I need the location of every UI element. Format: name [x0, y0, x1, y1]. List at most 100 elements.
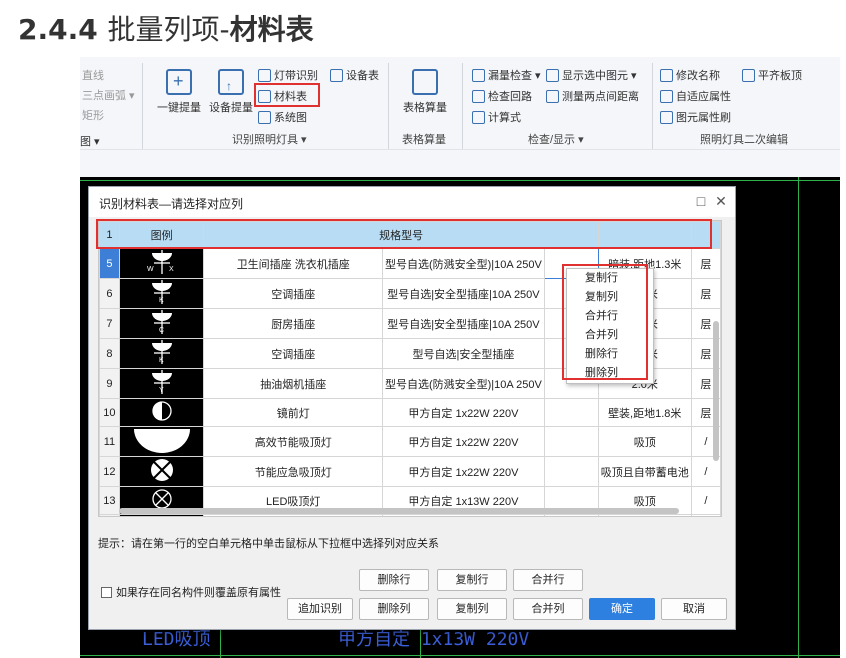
- row-number[interactable]: 11: [99, 426, 120, 457]
- horizontal-scrollbar[interactable]: [119, 508, 679, 514]
- name-cell[interactable]: 节能应急吸顶灯: [203, 456, 383, 487]
- install-cell[interactable]: 吸顶: [597, 426, 692, 457]
- legend-symbol[interactable]: [118, 514, 205, 516]
- spec-cell[interactable]: 甲方自定 1x22W 220V: [381, 398, 545, 427]
- install-cell[interactable]: 吸顶且自带蓄电池: [597, 456, 692, 487]
- row-number[interactable]: 6: [99, 278, 120, 309]
- name-cell[interactable]: 空调插座: [203, 278, 383, 309]
- spec-cell[interactable]: 型号自选|安全型插座|10A 250V: [381, 308, 545, 339]
- one-key-quantity-button[interactable]: + 一键提量: [154, 69, 204, 115]
- align-top-icon: [742, 68, 755, 82]
- maximize-icon[interactable]: □: [693, 193, 709, 209]
- measure-distance-button[interactable]: 测量两点间距离: [546, 88, 639, 104]
- col4-cell[interactable]: [543, 398, 599, 427]
- name-cell[interactable]: 镜前灯: [203, 398, 383, 427]
- table-calc-button[interactable]: 表格算量: [398, 69, 452, 115]
- ok-button[interactable]: 确定: [589, 598, 655, 620]
- check-circuit-button[interactable]: 检查回路: [472, 88, 532, 104]
- grid-pencil-icon: [412, 69, 438, 95]
- add-identify-button[interactable]: 追加识别: [287, 598, 353, 620]
- col4-cell[interactable]: [543, 456, 599, 487]
- legend-symbol[interactable]: [118, 456, 205, 487]
- spec-cell[interactable]: 型号自选|安全型插座: [381, 338, 545, 369]
- legend-symbol[interactable]: WX: [118, 248, 205, 279]
- install-cell[interactable]: 壁装,距地1.8米: [597, 398, 692, 427]
- device-quantity-button[interactable]: ↑ 设备提量: [206, 69, 256, 115]
- merge-col-button[interactable]: 合并列: [513, 598, 583, 620]
- name-cell[interactable]: 抽油烟机插座: [203, 368, 383, 399]
- system-diagram-button[interactable]: 系统图: [258, 109, 307, 125]
- cancel-button[interactable]: 取消: [661, 598, 727, 620]
- row-number[interactable]: 12: [99, 456, 120, 487]
- col6-cell[interactable]: 层: [690, 278, 721, 309]
- copy-row-button[interactable]: 复制行: [437, 569, 507, 591]
- group-identify-label[interactable]: 识别照明灯具 ▾: [232, 131, 307, 147]
- line-tool[interactable]: 直线: [82, 67, 104, 83]
- equipment-table-button[interactable]: 设备表: [330, 67, 379, 83]
- flat-top-button[interactable]: 平齐板顶: [742, 67, 802, 83]
- row-number[interactable]: 8: [99, 338, 120, 369]
- name-cell[interactable]: 卫生间插座 洗衣机插座: [203, 248, 383, 279]
- svg-text:K: K: [159, 297, 164, 304]
- legend-symbol[interactable]: [118, 426, 205, 457]
- col4-cell[interactable]: [543, 426, 599, 457]
- copy-col-button[interactable]: 复制列: [437, 598, 507, 620]
- name-cell[interactable]: 厨房插座: [203, 308, 383, 339]
- row-number[interactable]: 13: [99, 486, 120, 515]
- legend-symbol-icon: Y: [142, 370, 182, 398]
- row-number[interactable]: 10: [99, 398, 120, 427]
- light-strip-identify[interactable]: 灯带识别: [258, 67, 318, 83]
- legend-symbol[interactable]: C: [118, 308, 205, 339]
- layers-icon: [546, 68, 559, 82]
- spec-cell[interactable]: 甲方自定 1x22W 220V: [381, 514, 545, 516]
- page-heading: 2.4.4 批量列项-材料表: [18, 13, 314, 46]
- table-row[interactable]: 10 镜前灯 甲方自定 1x22W 220V 壁装,距地1.8米层: [99, 398, 721, 427]
- highlight-header-row: [96, 219, 712, 249]
- missing-check-button[interactable]: 漏量检查 ▾: [472, 67, 541, 83]
- arc-tool[interactable]: 三点画弧 ▾: [82, 87, 135, 103]
- legend-symbol[interactable]: K: [118, 278, 205, 309]
- overwrite-checkbox[interactable]: 如果存在同名构件则覆盖原有属性: [101, 584, 281, 600]
- spec-cell[interactable]: 型号自选(防溅安全型)|10A 250V: [381, 368, 545, 399]
- show-selected-button[interactable]: 显示选中图元 ▾: [546, 67, 637, 83]
- rename-button[interactable]: 修改名称: [660, 67, 720, 83]
- col6-cell[interactable]: /: [690, 456, 721, 487]
- install-cell[interactable]: 吸顶: [597, 514, 692, 516]
- row-number[interactable]: 7: [99, 308, 120, 339]
- name-cell[interactable]: 高效节能吸顶灯: [203, 426, 383, 457]
- row-number[interactable]: 9: [99, 368, 120, 399]
- group-check-label[interactable]: 检查/显示 ▾: [528, 131, 584, 147]
- formula-button[interactable]: 计算式: [472, 109, 521, 125]
- name-cell[interactable]: 防水灯: [203, 514, 383, 516]
- spec-cell[interactable]: 甲方自定 1x22W 220V: [381, 426, 545, 457]
- merge-row-button[interactable]: 合并行: [513, 569, 583, 591]
- svg-text:W: W: [147, 266, 154, 273]
- delete-row-button[interactable]: 删除行: [359, 569, 429, 591]
- vertical-scrollbar[interactable]: [713, 321, 719, 461]
- name-cell[interactable]: 空调插座: [203, 338, 383, 369]
- table-row[interactable]: 12 节能应急吸顶灯 甲方自定 1x22W 220V 吸顶且自带蓄电池 /: [99, 456, 721, 487]
- rect-tool[interactable]: 矩形: [82, 107, 104, 123]
- legend-symbol[interactable]: Y: [118, 368, 205, 399]
- svg-text:K: K: [159, 357, 164, 364]
- table-row[interactable]: 11 高效节能吸顶灯 甲方自定 1x22W 220V 吸顶 /: [99, 426, 721, 457]
- attr-brush-button[interactable]: 图元属性刷: [660, 109, 731, 125]
- adaptive-attr-button[interactable]: 自适应属性: [660, 88, 731, 104]
- delete-col-button[interactable]: 删除列: [359, 598, 429, 620]
- legend-symbol-icon: [150, 400, 174, 426]
- close-icon[interactable]: ✕: [713, 193, 729, 210]
- table-row[interactable]: 14 防水灯甲方自定 1x22W 220V 吸顶/: [99, 514, 721, 516]
- legend-symbol[interactable]: K: [118, 338, 205, 369]
- spec-cell[interactable]: 型号自选(防溅安全型)|10A 250V: [381, 248, 545, 279]
- col6-cell[interactable]: /: [690, 514, 721, 516]
- col6-cell[interactable]: 层: [690, 248, 721, 279]
- spec-cell[interactable]: 型号自选|安全型插座|10A 250V: [381, 278, 545, 309]
- spec-cell[interactable]: 甲方自定 1x22W 220V: [381, 456, 545, 487]
- checkbox-box[interactable]: [101, 586, 112, 598]
- col6-cell[interactable]: /: [690, 486, 721, 515]
- row-number[interactable]: 5: [99, 248, 120, 279]
- legend-symbol-icon: [132, 428, 192, 456]
- col4-cell[interactable]: [543, 514, 599, 516]
- row-number[interactable]: 14: [99, 514, 120, 516]
- legend-symbol[interactable]: [118, 398, 205, 427]
